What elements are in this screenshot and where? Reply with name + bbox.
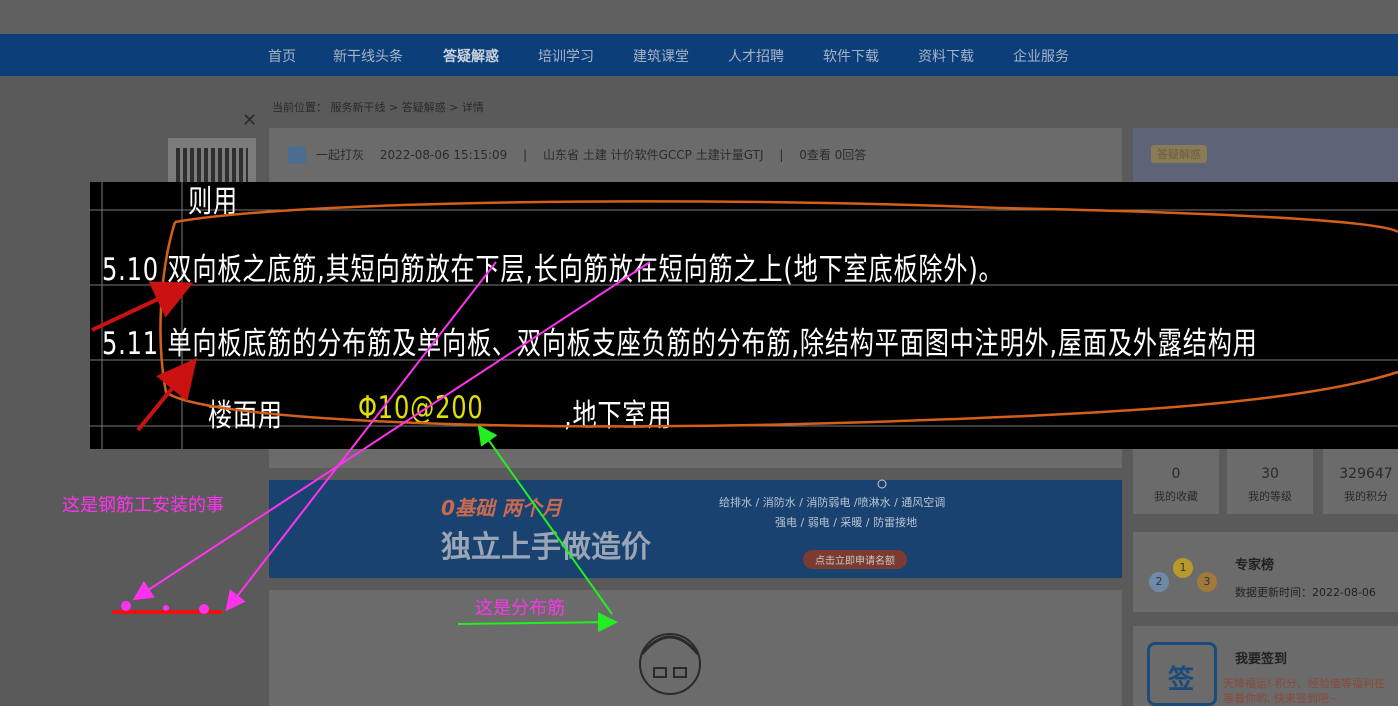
annotation-left-text: 这是钢筋工安装的事 [62,495,224,516]
annotation-layer [91,200,1398,633]
orange-circle-scribble [159,200,1398,428]
green-arrow-diagonal [477,424,613,615]
magenta-arrow-2 [132,261,651,601]
green-arrow-horizontal [457,612,618,633]
rebar-dot [199,604,209,614]
rebar-dot [121,601,131,611]
magenta-arrow-1 [225,261,497,612]
annotation-right-text: 这是分布筋 [475,598,565,619]
red-arrow-lower [136,357,198,432]
rebar-dot [163,605,169,611]
red-arrow-upper [91,281,194,332]
small-circle-mark [877,479,887,489]
